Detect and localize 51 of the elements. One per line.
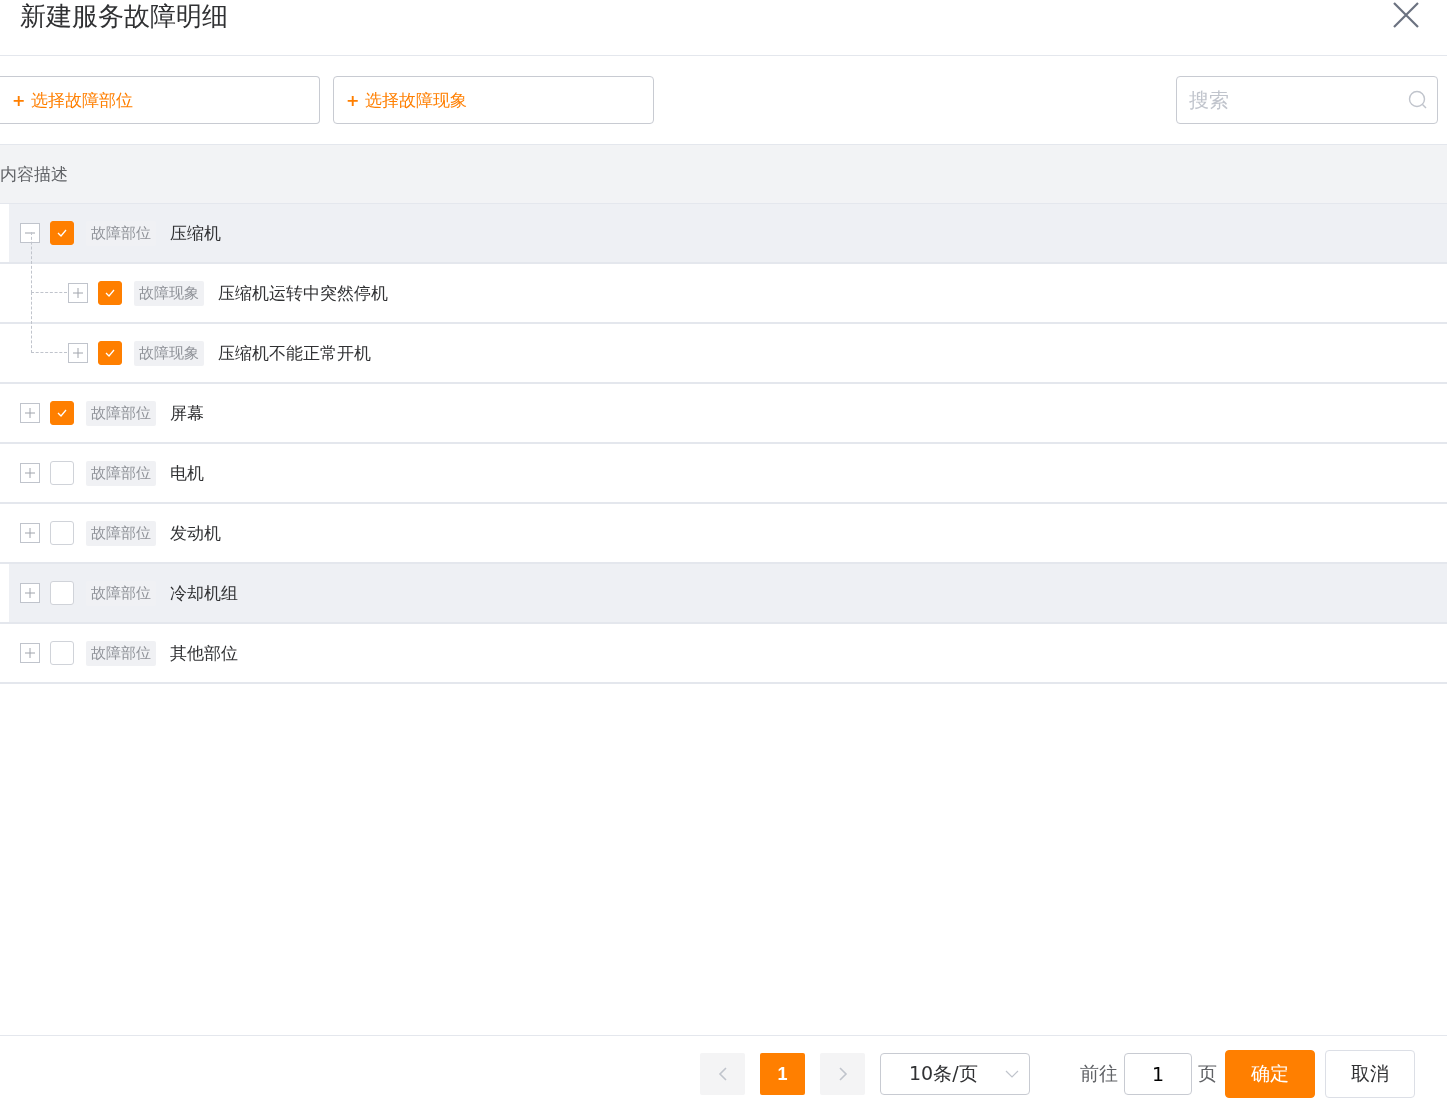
checkbox[interactable] [50, 641, 74, 665]
category-tag: 故障现象 [134, 280, 204, 306]
page-size-dropdown[interactable]: 10条/页 [880, 1053, 1030, 1095]
item-name: 屏幕 [170, 401, 204, 425]
item-name: 压缩机运转中突然停机 [218, 281, 388, 305]
page-button[interactable]: 1 [760, 1053, 805, 1095]
search-field[interactable]: 搜索 [1176, 76, 1438, 124]
add-button[interactable]: + 选择故障部位 [0, 76, 320, 124]
expand-icon[interactable] [20, 643, 40, 663]
close-icon[interactable] [1393, 2, 1419, 28]
category-tag: 故障部位 [86, 520, 156, 546]
checkbox[interactable] [50, 581, 74, 605]
checkbox[interactable] [98, 341, 122, 365]
page-label: 页 [1198, 1061, 1217, 1086]
category-tag: 故障部位 [86, 460, 156, 486]
expand-icon[interactable] [20, 403, 40, 423]
category-tag: 故障现象 [134, 340, 204, 366]
expand-icon[interactable] [20, 523, 40, 543]
confirm-button[interactable]: 确定 [1225, 1050, 1315, 1098]
item-name: 电机 [170, 461, 204, 485]
item-name: 压缩机不能正常开机 [218, 341, 371, 365]
page-input[interactable]: 1 [1124, 1053, 1192, 1095]
goto-label: 前往 [1080, 1061, 1118, 1086]
search-icon[interactable] [1408, 90, 1428, 110]
checkbox[interactable] [50, 461, 74, 485]
category-tag: 故障部位 [86, 640, 156, 666]
expand-icon[interactable] [20, 583, 40, 603]
expand-icon[interactable] [20, 463, 40, 483]
chevron-left-icon [717, 1066, 728, 1082]
checkbox[interactable] [50, 521, 74, 545]
caret-icon [1005, 1070, 1019, 1078]
chevron-right-icon [837, 1066, 848, 1082]
checkbox[interactable] [50, 221, 74, 245]
item-name: 其他部位 [170, 641, 238, 665]
expand-icon[interactable] [68, 343, 88, 363]
dialog-title: 新建服务故障明细 [20, 0, 228, 32]
expand-icon[interactable] [68, 283, 88, 303]
add-button[interactable]: + 选择故障现象 [333, 76, 654, 124]
item-name: 发动机 [170, 521, 221, 545]
column-header: 内容描述 [0, 162, 68, 186]
previous-page-button[interactable] [700, 1053, 745, 1095]
cancel-button[interactable]: 取消 [1325, 1050, 1415, 1098]
checkbox[interactable] [98, 281, 122, 305]
collapse-icon[interactable] [20, 223, 40, 243]
category-tag: 故障部位 [86, 400, 156, 426]
next-page-button[interactable] [820, 1053, 865, 1095]
tree-connector-line [31, 292, 67, 353]
item-name: 压缩机 [170, 221, 221, 245]
tree-connector-line [31, 232, 67, 293]
item-name: 冷却机组 [170, 581, 238, 605]
checkbox[interactable] [50, 401, 74, 425]
